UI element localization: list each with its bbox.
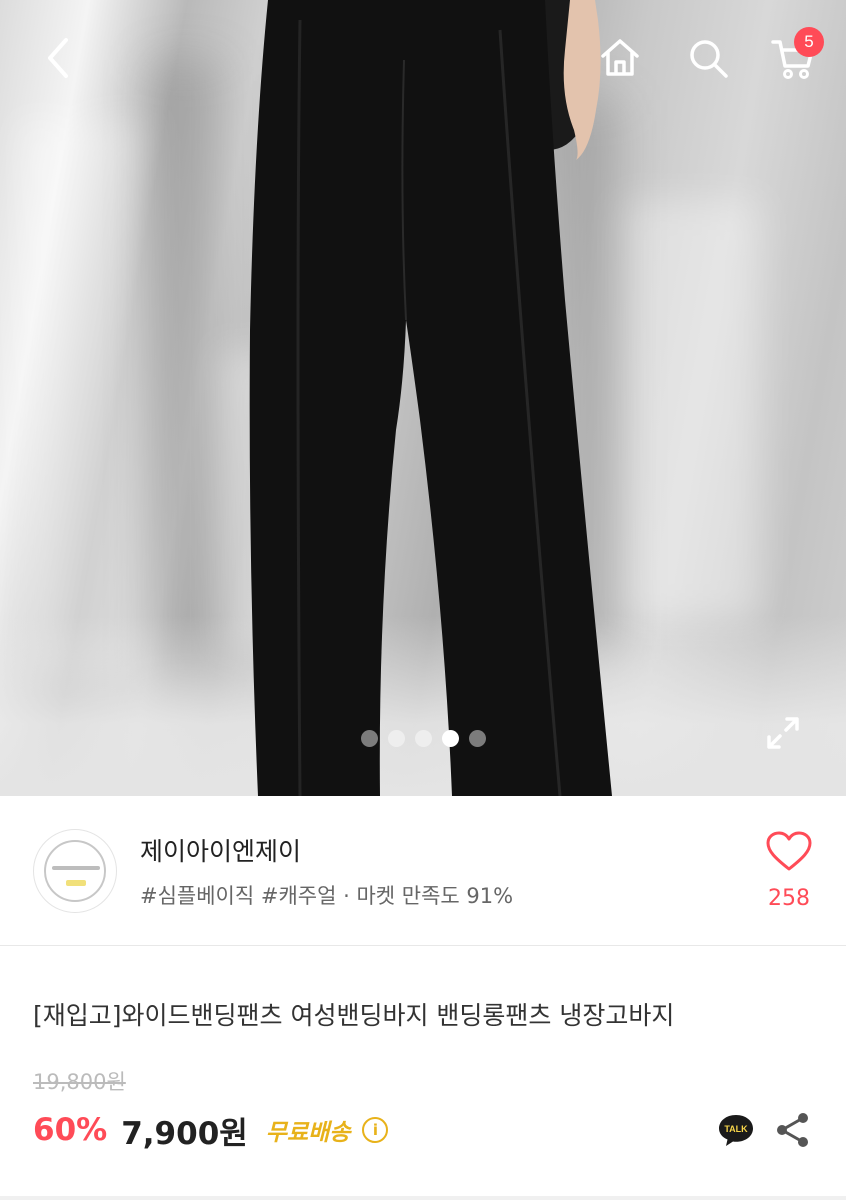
home-button[interactable] [596,34,644,82]
seller-logo-mark [44,840,106,902]
cart-count-badge: 5 [794,27,824,57]
chevron-left-icon [48,38,68,78]
expand-icon [767,717,799,749]
pagination-dot[interactable] [469,730,486,747]
home-icon [601,39,639,76]
info-icon[interactable]: i [362,1117,389,1143]
section-divider [0,1196,846,1200]
image-pagination [361,730,486,747]
search-icon [690,40,728,78]
like-button[interactable] [762,830,816,876]
share-button[interactable] [774,1110,812,1154]
like-count: 258 [768,886,810,911]
pagination-dot[interactable] [415,730,432,747]
pants-figure [249,0,612,796]
pagination-dot[interactable] [361,730,378,747]
seller-name[interactable]: 제이아이엔제이 [140,832,301,868]
heart-outline-icon [766,831,812,871]
expand-image-button[interactable] [762,712,804,754]
original-price: 19,800원 [33,1070,126,1094]
talk-button[interactable]: TALK [716,1110,756,1154]
free-shipping-label: 무료배송 [265,1120,351,1146]
share-icon [777,1113,808,1147]
product-title: [재입고]와이드밴딩팬츠 여성밴딩바지 밴딩롱팬츠 냉장고바지 [33,1001,675,1030]
discount-rate: 60% [33,1112,108,1148]
talk-icon: TALK [719,1115,753,1146]
search-button[interactable] [684,34,732,82]
pagination-dot-active[interactable] [442,730,459,747]
seller-section[interactable]: 제이아이엔제이 #심플베이직 #캐주얼 · 마켓 만족도 91% 258 [0,796,846,946]
seller-tags: #심플베이직 #캐주얼 · 마켓 만족도 91% [140,884,514,908]
seller-logo[interactable] [33,829,117,913]
back-button[interactable] [36,36,80,80]
price-row: 60% 7,900원 무료배송 i [33,1108,389,1152]
sale-price: 7,900원 [121,1115,248,1152]
product-image[interactable]: 5 [0,0,846,796]
talk-label: TALK [724,1124,748,1134]
pagination-dot[interactable] [388,730,405,747]
